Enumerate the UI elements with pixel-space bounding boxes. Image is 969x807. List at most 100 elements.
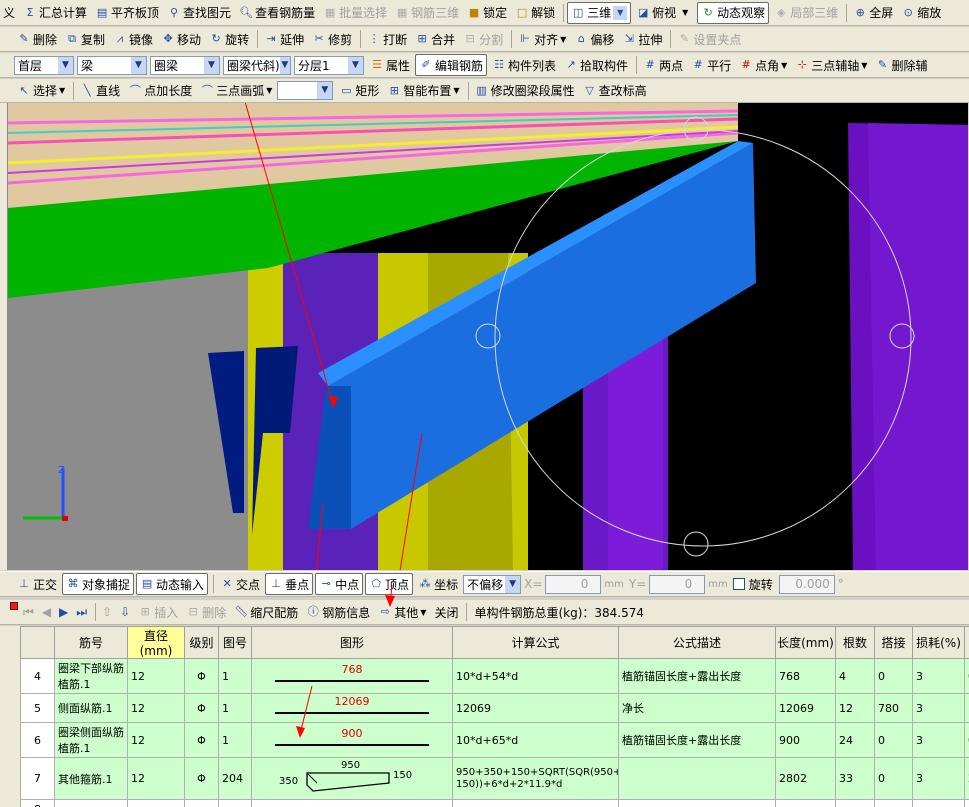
diameter-cell[interactable]: [127, 799, 185, 807]
lap-cell[interactable]: 0: [874, 722, 913, 758]
figure-no-cell[interactable]: 204: [218, 757, 252, 800]
select-dropdown[interactable]: ↖ 选择 ▼: [14, 80, 68, 102]
dynamic-orbit-button[interactable]: ↻ 动态观察: [697, 1, 770, 24]
mirror-button[interactable]: ⩘ 镜像: [110, 28, 156, 50]
split-button[interactable]: ⊟ 分割: [460, 28, 506, 50]
copy-button[interactable]: ⧉ 复制: [62, 28, 108, 50]
shape-cell[interactable]: 900: [251, 722, 453, 758]
col-header-description[interactable]: 公式描述: [618, 626, 776, 659]
modify-segment-button[interactable]: ▥ 修改圈梁段属性: [472, 80, 578, 102]
col-header-length[interactable]: 长度(mm): [775, 626, 836, 659]
rotate-checkbox[interactable]: [732, 578, 745, 590]
view-3d-dropdown[interactable]: ◫ 三维 ▼: [567, 1, 632, 24]
loss-cell[interactable]: [912, 799, 965, 807]
grade-cell[interactable]: Φ: [184, 658, 219, 694]
batch-select-button[interactable]: ▦ 批量选择: [320, 2, 390, 24]
formula-cell[interactable]: [452, 799, 619, 807]
prev-record-button[interactable]: ◀: [39, 601, 54, 623]
extra-cell[interactable]: 2: [964, 757, 969, 800]
delete-aux-button[interactable]: ✎ 删除辅: [872, 54, 930, 76]
col-header-grade[interactable]: 级别: [184, 626, 219, 659]
top-view-dropdown[interactable]: ◪ 俯视 ▼: [633, 2, 695, 24]
move-up-button[interactable]: ⇧: [99, 601, 115, 623]
first-record-button[interactable]: ⏮: [20, 601, 37, 623]
object-snap-toggle[interactable]: ⌘ 对象捕捉: [62, 573, 135, 595]
description-cell[interactable]: 植筋锚固长度+露出长度: [618, 658, 776, 694]
lock-button[interactable]: ■ 锁定: [464, 2, 510, 24]
rebar-info-button[interactable]: ⓘ 钢筋信息: [303, 601, 373, 623]
3d-viewport[interactable]: Z: [8, 103, 968, 570]
next-record-button[interactable]: ▶: [56, 601, 71, 623]
offset-mode-select[interactable]: 不偏移 ▼: [463, 574, 522, 594]
loss-cell[interactable]: 3: [912, 757, 965, 800]
table-row[interactable]: 5 侧面纵筋.1 12 Φ 1 12069 12069 净长 12069 12 …: [20, 693, 969, 723]
smart-layout-dropdown[interactable]: ⊞ 智能布置 ▼: [384, 80, 462, 102]
rectangle-button[interactable]: ▭ 矩形: [336, 80, 382, 102]
formula-cell[interactable]: 950+350+150+SQRT(SQR(950+2*d)+SQR(350-15…: [452, 757, 619, 800]
close-panel-icon[interactable]: [10, 602, 18, 610]
delete-button[interactable]: ✎ 删除: [14, 28, 60, 50]
extra-cell[interactable]: 0: [964, 722, 969, 758]
bar-no-cell[interactable]: 侧面纵筋.1: [54, 693, 128, 723]
diameter-cell[interactable]: 12: [127, 757, 185, 800]
arc-value-select[interactable]: ▼: [277, 81, 334, 100]
rebar-3d-button[interactable]: ▦ 钢筋三维: [392, 2, 462, 24]
count-cell[interactable]: 33: [835, 757, 875, 800]
grade-cell[interactable]: Φ: [184, 757, 219, 800]
figure-no-cell[interactable]: 1: [218, 693, 252, 723]
lap-cell[interactable]: [874, 799, 913, 807]
count-cell[interactable]: [835, 799, 875, 807]
point-length-button[interactable]: ⌒ 点加长度: [125, 80, 195, 102]
point-angle-dropdown[interactable]: # 点角 ▼: [736, 54, 790, 76]
align-dropdown[interactable]: ⊩ 对齐 ▼: [515, 28, 569, 50]
extra-cell[interactable]: 1: [964, 693, 969, 723]
vertex-snap[interactable]: ⬠ 顶点: [365, 573, 414, 595]
pick-member-button[interactable]: ↗ 拾取构件: [561, 54, 631, 76]
count-cell[interactable]: 24: [835, 722, 875, 758]
col-header-count[interactable]: 根数: [835, 626, 875, 659]
offset-button[interactable]: ⌂ 偏移: [571, 28, 617, 50]
diameter-cell[interactable]: 12: [127, 693, 185, 723]
formula-cell[interactable]: 10*d+54*d: [452, 658, 619, 694]
col-header-bar-no[interactable]: 筋号: [54, 626, 128, 659]
coordinate-snap[interactable]: ⁂ 坐标: [415, 573, 461, 595]
description-cell[interactable]: 植筋锚固长度+露出长度: [618, 722, 776, 758]
flat-slab-button[interactable]: ▤ 平齐板顶: [92, 2, 162, 24]
loss-cell[interactable]: 3: [912, 658, 965, 694]
shape-cell[interactable]: 12069: [251, 693, 453, 723]
figure-no-cell[interactable]: 1: [218, 658, 252, 694]
perpendicular-snap[interactable]: ⊥ 垂点: [265, 573, 314, 595]
table-row[interactable]: 6 圈梁侧面纵筋植筋.1 12 Φ 1 900 10*d+65*d 植筋锚固长度…: [20, 722, 969, 758]
parallel-button[interactable]: # 平行: [688, 54, 734, 76]
bar-no-cell[interactable]: 其他箍筋.1: [54, 757, 128, 800]
grade-cell[interactable]: Φ: [184, 693, 219, 723]
insert-row-button[interactable]: ⊞ 插入: [135, 601, 181, 623]
rotate-angle-input[interactable]: 0.000: [778, 574, 835, 594]
other-dropdown[interactable]: ⇨ 其他 ▼: [375, 601, 429, 623]
length-cell[interactable]: 12069: [775, 693, 836, 723]
member-name-select[interactable]: 圈梁代斜) ▼: [223, 55, 291, 75]
unlock-button[interactable]: □ 解锁: [512, 2, 558, 24]
description-cell[interactable]: 净长: [618, 693, 776, 723]
extra-cell[interactable]: 0: [964, 658, 969, 694]
two-point-button[interactable]: # 两点: [640, 54, 686, 76]
view-rebar-button[interactable]: 🔍︎ 查看钢筋量: [236, 2, 318, 24]
figure-no-cell[interactable]: [218, 799, 252, 807]
length-cell[interactable]: 2802: [775, 757, 836, 800]
loss-cell[interactable]: 3: [912, 722, 965, 758]
merge-button[interactable]: ⊞ 合并: [412, 28, 458, 50]
y-coordinate-input[interactable]: 0: [649, 574, 706, 594]
intersection-snap[interactable]: ✕ 交点: [217, 573, 263, 595]
formula-cell[interactable]: 12069: [452, 693, 619, 723]
col-header-diameter[interactable]: 直径(mm): [127, 626, 185, 659]
local-3d-button[interactable]: ◈ 局部三维: [771, 2, 841, 24]
summary-calc-button[interactable]: Σ 汇总计算: [20, 2, 90, 24]
close-button[interactable]: 关闭: [431, 601, 461, 623]
bar-no-cell[interactable]: [54, 799, 128, 807]
floor-select[interactable]: 首层 ▼: [14, 55, 74, 75]
zoom-button[interactable]: ⊙ 缩放: [898, 2, 944, 24]
col-header-formula[interactable]: 计算公式: [452, 626, 619, 659]
fullscreen-button[interactable]: ⊕ 全屏: [850, 2, 896, 24]
table-row[interactable]: 7 其他箍筋.1 12 Φ 204 950 350 150 950+350+15…: [20, 757, 969, 800]
midpoint-snap[interactable]: ⊸ 中点: [315, 573, 364, 595]
